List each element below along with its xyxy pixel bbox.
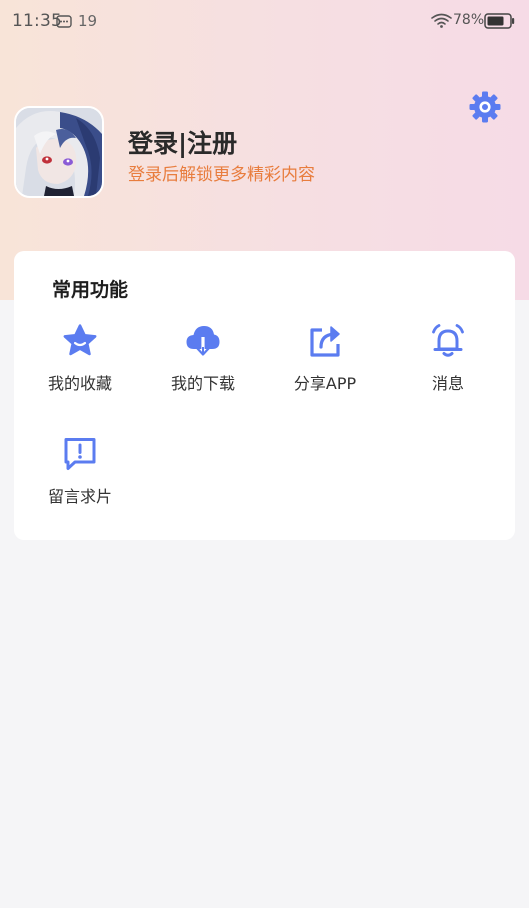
common-functions-card: 常用功能 我的收藏 我的下载 分享APP 消息 留言求片 [14, 251, 515, 540]
feedback-icon [62, 436, 98, 472]
feature-label: 我的收藏 [47, 374, 112, 393]
messages-button[interactable]: 消息 [393, 323, 503, 403]
section-title: 常用功能 [52, 279, 129, 301]
share-app-button[interactable]: 分享APP [270, 323, 380, 403]
wifi-icon [431, 13, 452, 28]
battery-percent: 78% [453, 12, 485, 28]
notification-count: 19 [78, 12, 98, 30]
downloads-button[interactable]: 我的下载 [148, 323, 258, 403]
feature-label: 留言求片 [47, 487, 112, 506]
cloud-download-icon [185, 323, 221, 359]
bell-icon [430, 323, 466, 359]
gear-icon [469, 91, 501, 123]
star-icon [62, 323, 98, 359]
battery-icon [484, 13, 515, 29]
feature-label: 我的下载 [170, 374, 235, 393]
login-subtitle: 登录后解锁更多精彩内容 [128, 165, 315, 185]
message-icon [56, 13, 72, 28]
request-movie-button[interactable]: 留言求片 [25, 436, 135, 516]
favorites-button[interactable]: 我的收藏 [25, 323, 135, 403]
login-register-link[interactable]: 登录|注册 [128, 124, 237, 160]
settings-button[interactable] [468, 90, 502, 124]
feature-label: 消息 [431, 374, 464, 393]
feature-label: 分享APP [293, 374, 357, 393]
status-bar: 11:35 19 78% [0, 0, 529, 42]
status-time: 11:35 [12, 11, 62, 31]
avatar[interactable] [14, 106, 104, 198]
share-icon [307, 323, 343, 359]
